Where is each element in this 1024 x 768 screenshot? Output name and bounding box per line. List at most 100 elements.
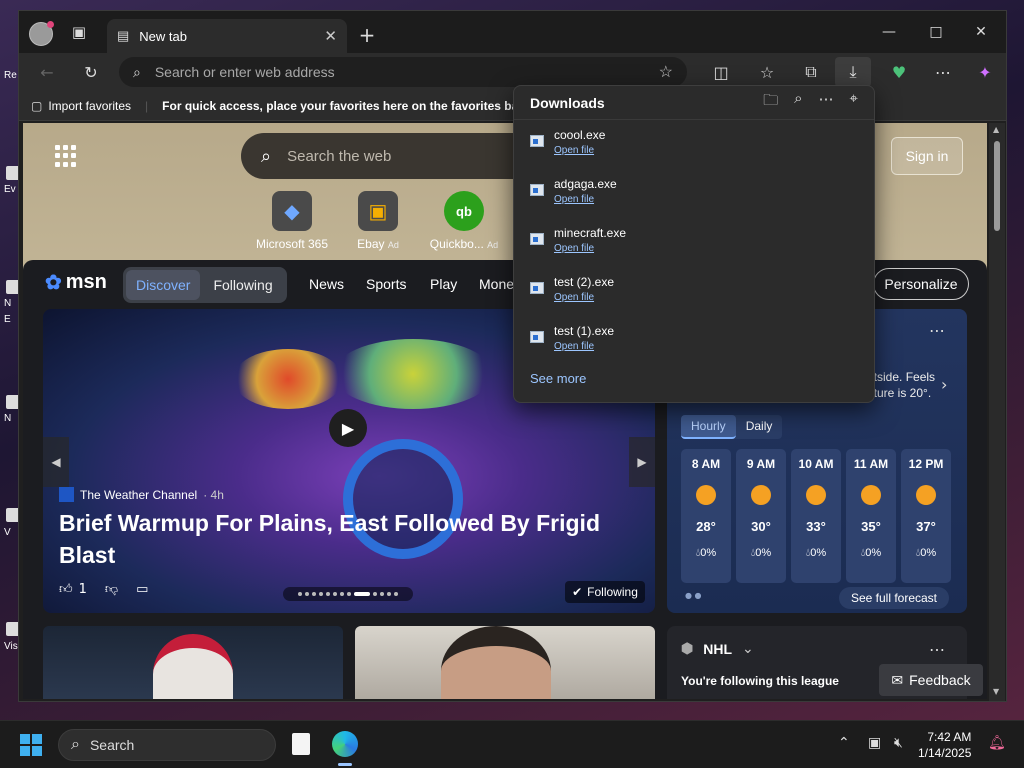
weather-more-icon[interactable]: ⋯ <box>929 321 945 340</box>
chevron-down-icon[interactable]: ⌄ <box>742 640 754 657</box>
close-window-button[interactable]: ✕ <box>961 19 1001 45</box>
more-options-icon[interactable]: ⋯ <box>929 60 957 84</box>
tab-new-tab[interactable]: ▤ New tab ✕ <box>107 19 347 53</box>
tab-following[interactable]: Following <box>203 277 282 293</box>
nav-money[interactable]: Mone <box>479 276 514 292</box>
nav-news[interactable]: News <box>309 276 344 292</box>
tab-daily[interactable]: Daily <box>736 415 783 439</box>
show-hidden-icons[interactable]: ⌃ <box>838 735 850 751</box>
maximize-button[interactable]: □ <box>916 19 956 45</box>
notification-bell-icon[interactable]: 🔔︎ <box>988 735 1006 751</box>
scroll-thumb[interactable] <box>994 141 1000 231</box>
more-options-icon[interactable]: ⋯ <box>819 90 834 115</box>
news-card-baseball[interactable] <box>43 626 343 699</box>
exe-file-icon <box>530 184 544 196</box>
sign-in-button[interactable]: Sign in <box>891 137 963 175</box>
browser-essentials-icon[interactable]: ♥ <box>885 60 913 84</box>
minimize-button[interactable]: — <box>869 19 909 45</box>
hour-forecast[interactable]: 12 PM 37° 💧︎0% <box>901 449 951 583</box>
system-clock[interactable]: 7:42 AM 1/14/2025 <box>918 729 971 761</box>
start-windows-icon[interactable] <box>20 734 42 756</box>
downloads-flyout: Downloads 🗀︎ ⌕ ⋯ ⌖ coool.exe Open file ad… <box>513 85 875 403</box>
hour-time: 8 AM <box>691 457 721 471</box>
page-scrollbar[interactable]: ▲ ▼ <box>989 123 1005 701</box>
play-video-icon[interactable]: ▶ <box>329 409 367 447</box>
favorite-star-icon[interactable]: ☆ <box>659 62 673 82</box>
see-full-forecast-button[interactable]: See full forecast <box>839 587 949 609</box>
downloads-icon[interactable]: ⤓ <box>835 57 871 87</box>
download-item[interactable]: test (2).exe Open file <box>514 267 874 316</box>
open-file-link[interactable]: Open file <box>554 194 617 205</box>
new-tab-button[interactable]: + <box>355 23 379 47</box>
scroll-up-icon[interactable]: ▲ <box>993 125 999 134</box>
app-launcher-icon[interactable] <box>55 145 77 167</box>
hour-forecast[interactable]: 11 AM 35° 💧︎0% <box>846 449 896 583</box>
nav-play[interactable]: Play <box>430 276 457 292</box>
downloads-title: Downloads <box>530 94 605 111</box>
like-icon[interactable]: 👍︎ 1 <box>59 582 87 597</box>
refresh-icon[interactable]: ↻ <box>77 60 105 84</box>
quick-link[interactable]: qb Quickbo... Ad <box>419 191 509 251</box>
carousel-next-icon[interactable]: ▶ <box>629 437 655 487</box>
sun-icon <box>916 485 936 505</box>
address-bar[interactable]: ⌕ Search or enter web address ☆ <box>119 57 687 87</box>
msn-logo[interactable]: ✿ msn <box>45 270 107 295</box>
dislike-icon[interactable]: 👎︎ <box>105 582 118 597</box>
nhl-title[interactable]: NHL <box>703 641 732 657</box>
collections-icon[interactable]: ⧉ <box>797 60 825 84</box>
hour-forecast[interactable]: 9 AM 30° 💧︎0% <box>736 449 786 583</box>
notepad-app-icon[interactable] <box>292 733 310 755</box>
tab-discover[interactable]: Discover <box>126 270 201 300</box>
open-file-link[interactable]: Open file <box>554 145 605 156</box>
quick-link-label: Ebay <box>357 237 385 251</box>
carousel-prev-icon[interactable]: ◀ <box>43 437 69 487</box>
edge-app-icon[interactable] <box>332 731 358 757</box>
split-screen-icon[interactable]: ◫ <box>707 60 735 84</box>
ad-badge: Ad <box>487 240 499 250</box>
open-folder-icon[interactable]: 🗀︎ <box>763 90 778 115</box>
news-card-person[interactable] <box>355 626 655 699</box>
open-file-link[interactable]: Open file <box>554 341 614 352</box>
profile-avatar[interactable] <box>29 21 54 46</box>
title-bar: ▣ ▤ New tab ✕ + — □ ✕ <box>19 11 1006 53</box>
pin-icon[interactable]: ⌖ <box>850 90 858 115</box>
scroll-down-icon[interactable]: ▼ <box>993 687 999 696</box>
volume-muted-icon[interactable]: 🔇︎ <box>894 735 903 751</box>
see-more-link[interactable]: See more <box>514 365 874 392</box>
carousel-dots <box>283 587 413 601</box>
import-favorites-button[interactable]: Import favorites <box>48 99 131 113</box>
favorites-icon[interactable]: ☆ <box>753 60 781 84</box>
download-item[interactable]: minecraft.exe Open file <box>514 218 874 267</box>
open-file-link[interactable]: Open file <box>554 292 614 303</box>
tab-hourly[interactable]: Hourly <box>681 415 736 439</box>
download-item[interactable]: coool.exe Open file <box>514 120 874 169</box>
network-icon[interactable]: ▣ <box>868 735 881 751</box>
taskbar-search[interactable]: ⌕ Search <box>58 729 276 761</box>
personalize-button[interactable]: Personalize <box>873 268 969 300</box>
download-item[interactable]: test (1).exe Open file <box>514 316 874 365</box>
source-name[interactable]: The Weather Channel <box>80 488 197 502</box>
hour-forecast[interactable]: 10 AM 33° 💧︎0% <box>791 449 841 583</box>
copilot-icon[interactable]: ✦ <box>971 60 999 84</box>
quick-link[interactable]: ◆ Microsoft 365 <box>247 191 337 251</box>
hour-forecast[interactable]: 8 AM 28° 💧︎0% <box>681 449 731 583</box>
close-tab-icon[interactable]: ✕ <box>324 27 337 45</box>
nhl-more-icon[interactable]: ⋯ <box>929 640 945 660</box>
story-reactions: 👍︎ 1 👎︎ ▭ <box>59 582 148 597</box>
open-file-link[interactable]: Open file <box>554 243 626 254</box>
quick-link[interactable]: ▣ Ebay Ad <box>333 191 423 251</box>
web-search-box[interactable]: ⌕ Search the web <box>241 133 541 179</box>
workspaces-icon[interactable]: ▣ <box>67 20 91 44</box>
exe-file-icon <box>530 282 544 294</box>
back-arrow-icon[interactable]: ← <box>33 60 61 84</box>
search-downloads-icon[interactable]: ⌕ <box>794 90 802 115</box>
download-item[interactable]: adgaga.exe Open file <box>514 169 874 218</box>
like-count: 1 <box>78 582 87 597</box>
story-headline[interactable]: Brief Warmup For Plains, East Followed B… <box>59 507 619 571</box>
following-badge[interactable]: ✔ Following <box>565 581 645 603</box>
comment-icon[interactable]: ▭ <box>136 582 148 597</box>
weather-next-icon[interactable]: › <box>941 375 947 394</box>
feedback-button[interactable]: ✉ Feedback <box>879 664 983 696</box>
import-favorites-icon: ▢ <box>31 98 43 113</box>
nav-sports[interactable]: Sports <box>366 276 406 292</box>
